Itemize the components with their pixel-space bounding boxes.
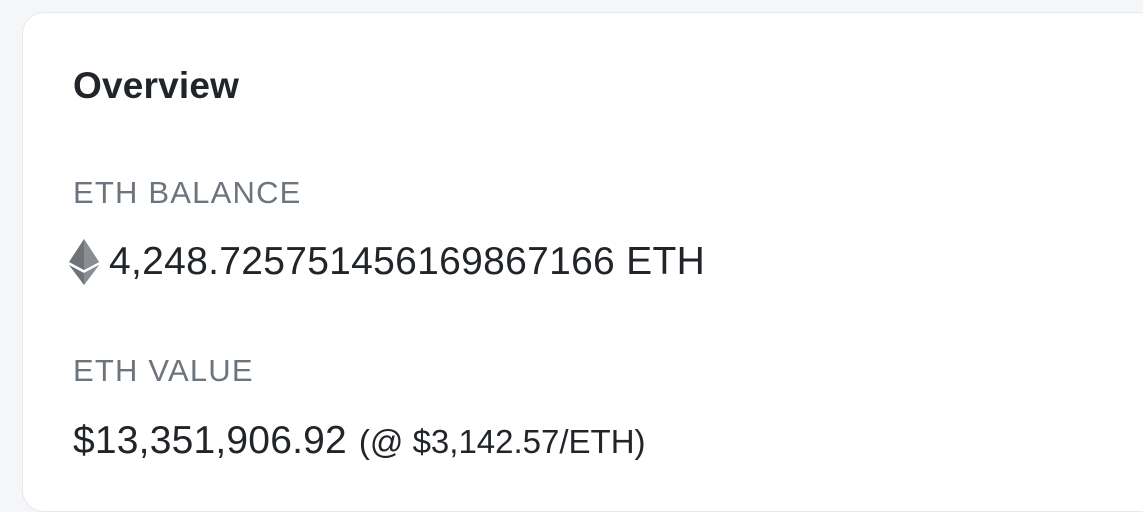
ethereum-icon	[69, 239, 99, 285]
overview-card: Overview ETH BALANCE 4,248.7257514561698…	[22, 12, 1143, 512]
eth-value-label: ETH VALUE	[73, 353, 254, 388]
eth-balance-amount: 4,248.725751456169867166 ETH	[109, 240, 706, 283]
eth-balance-row: 4,248.725751456169867166 ETH	[69, 239, 705, 285]
eth-value-row: $13,351,906.92 (@ $3,142.57/ETH)	[73, 419, 646, 463]
eth-price-rate: (@ $3,142.57/ETH)	[358, 423, 646, 460]
eth-value-usd: $13,351,906.92	[73, 419, 347, 462]
eth-balance-label: ETH BALANCE	[73, 175, 302, 210]
overview-title: Overview	[73, 65, 240, 106]
